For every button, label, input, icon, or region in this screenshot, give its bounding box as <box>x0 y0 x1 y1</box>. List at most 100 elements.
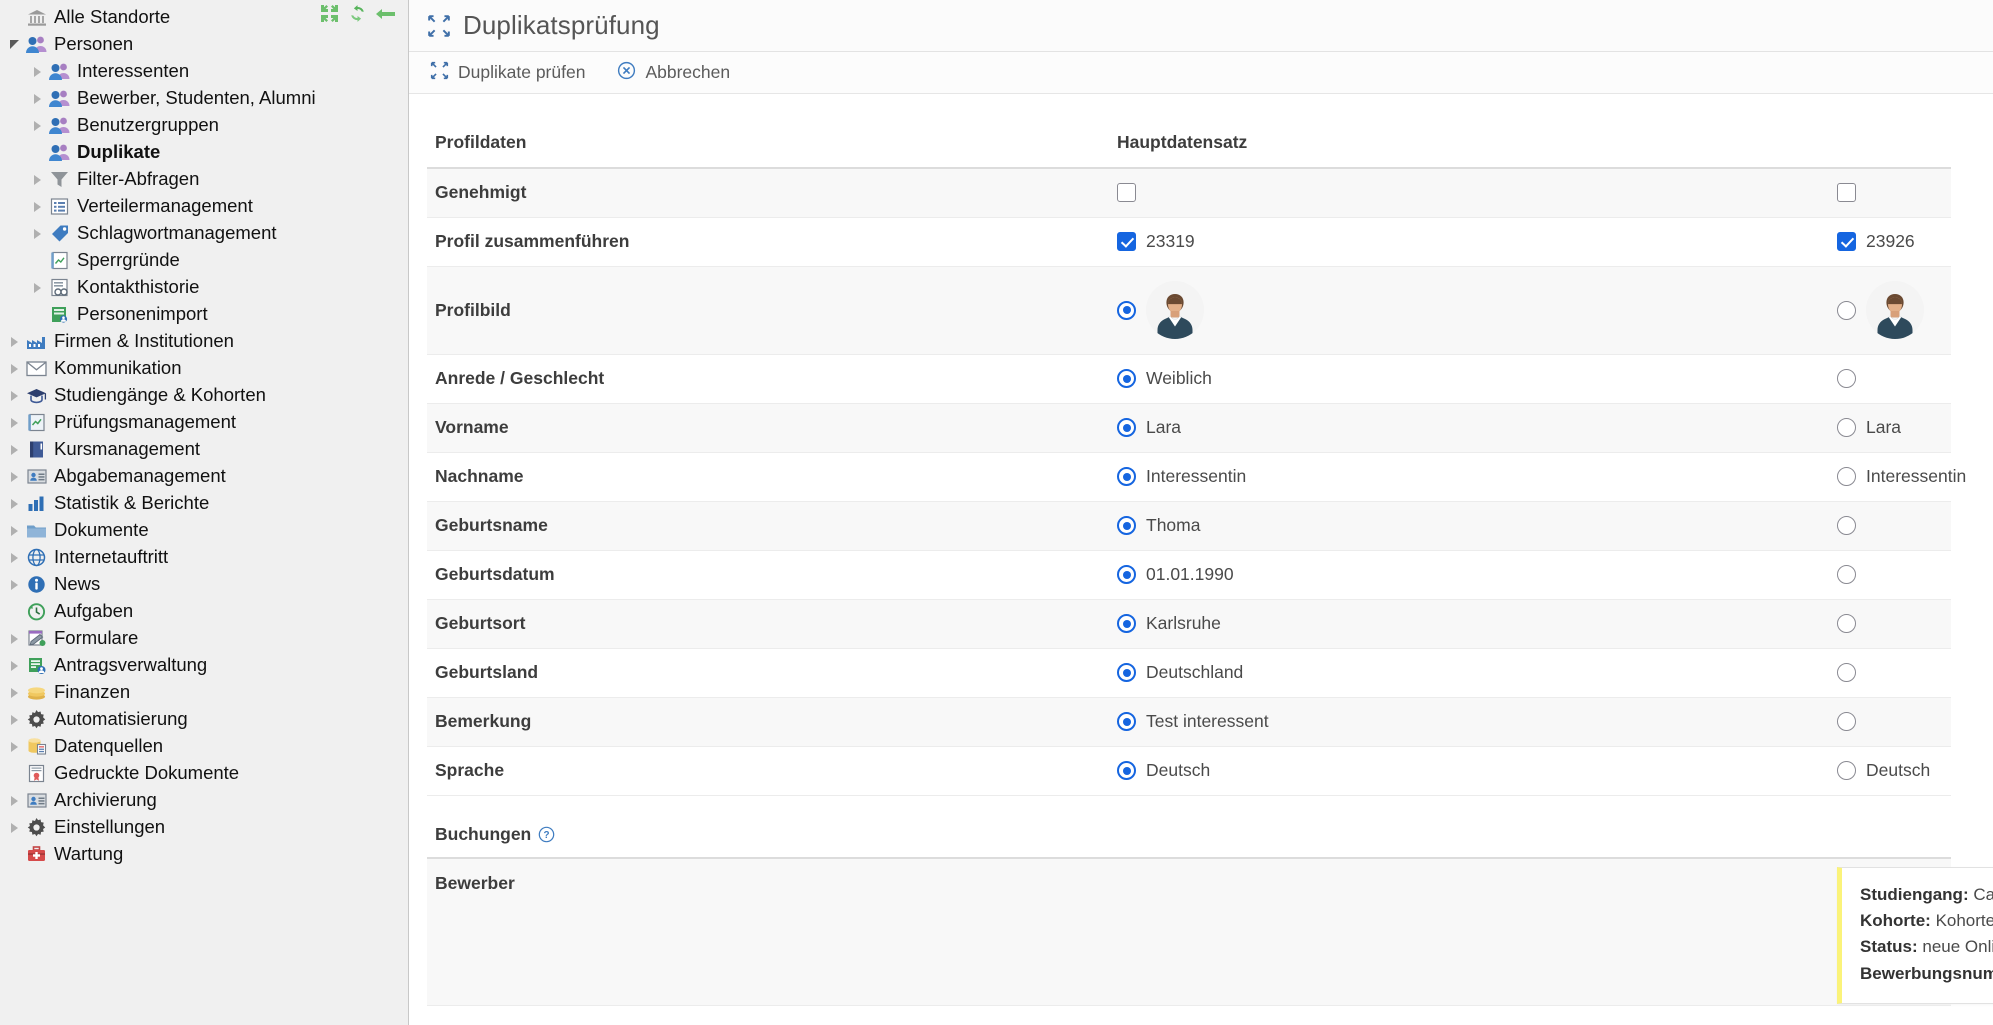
chevron-right-icon[interactable] <box>6 414 23 431</box>
radio-dup[interactable] <box>1837 663 1856 682</box>
sidebar-item-personenimport[interactable]: Personenimport <box>0 301 408 328</box>
chevron-right-icon[interactable] <box>6 522 23 539</box>
sidebar-item-antragsverwaltung[interactable]: Antragsverwaltung <box>0 652 408 679</box>
cell-dup <box>1837 565 1950 584</box>
chevron-right-icon[interactable] <box>6 468 23 485</box>
chevron-right-icon[interactable] <box>6 657 23 674</box>
chevron-right-icon[interactable] <box>29 225 46 242</box>
chevron-right-icon[interactable] <box>6 576 23 593</box>
sidebar-item-automatisierung[interactable]: Automatisierung <box>0 706 408 733</box>
chevron-right-icon[interactable] <box>29 117 46 134</box>
sidebar-item-einstellungen[interactable]: Einstellungen <box>0 814 408 841</box>
sidebar-item-benutzergruppen[interactable]: Benutzergruppen <box>0 112 408 139</box>
sidebar-item-formulare[interactable]: Formulare <box>0 625 408 652</box>
sidebar-item-gedruckte-dokumente[interactable]: Gedruckte Dokumente <box>0 760 408 787</box>
radio-main[interactable] <box>1117 300 1136 320</box>
row-label: Anrede / Geschlecht <box>427 354 1117 404</box>
chevron-right-icon[interactable] <box>6 792 23 809</box>
navigation-tree[interactable]: Alle Standorte Personen Interessenten Bewer… <box>0 0 408 868</box>
sidebar-item-personen[interactable]: Personen <box>0 31 408 58</box>
chevron-right-icon[interactable] <box>6 738 23 755</box>
cancel-button[interactable]: Abbrechen <box>614 58 733 88</box>
checkbox-dup[interactable] <box>1837 183 1856 203</box>
sidebar-item-bewerber-studenten-alumni[interactable]: Bewerber, Studenten, Alumni <box>0 85 408 112</box>
sidebar-item-firmen-institutionen[interactable]: Firmen & Institutionen <box>0 328 408 355</box>
sidebar-toolbar <box>319 3 396 24</box>
sidebar-item-kommunikation[interactable]: Kommunikation <box>0 355 408 382</box>
sidebar-item-archivierung[interactable]: Archivierung <box>0 787 408 814</box>
radio-main[interactable] <box>1117 663 1136 682</box>
table-row: Profil zusammenführen 23319 23926 <box>427 217 1951 267</box>
radio-main[interactable] <box>1117 467 1136 486</box>
chevron-right-icon[interactable] <box>6 549 23 566</box>
sidebar-item-sperrgründe[interactable]: Sperrgründe <box>0 247 408 274</box>
chevron-right-icon[interactable] <box>6 630 23 647</box>
checkbox-main[interactable] <box>1117 183 1136 203</box>
sidebar-item-abgabemanagement[interactable]: Abgabemanagement <box>0 463 408 490</box>
book-icon <box>25 440 48 460</box>
radio-main[interactable] <box>1117 516 1136 535</box>
check-duplicates-button[interactable]: Duplikate prüfen <box>427 58 588 88</box>
cell-dup <box>1837 281 1950 339</box>
sidebar-item-wartung[interactable]: Wartung <box>0 841 408 868</box>
report-icon <box>48 251 71 271</box>
sidebar-item-filter-abfragen[interactable]: Filter-Abfragen <box>0 166 408 193</box>
chevron-right-icon[interactable] <box>29 198 46 215</box>
radio-dup[interactable] <box>1837 614 1856 633</box>
radio-dup[interactable] <box>1837 565 1856 584</box>
back-arrow-icon[interactable] <box>375 3 396 24</box>
radio-dup[interactable] <box>1837 467 1856 486</box>
chevron-right-icon[interactable] <box>6 387 23 404</box>
radio-dup[interactable] <box>1837 418 1856 437</box>
sidebar-item-statistik-berichte[interactable]: Statistik & Berichte <box>0 490 408 517</box>
sidebar-item-news[interactable]: News <box>0 571 408 598</box>
radio-main[interactable] <box>1117 614 1136 633</box>
chevron-right-icon[interactable] <box>6 441 23 458</box>
radio-dup[interactable] <box>1837 300 1856 320</box>
sidebar-item-datenquellen[interactable]: Datenquellen <box>0 733 408 760</box>
row-duplicate-cell <box>1837 354 1951 404</box>
sidebar-item-duplikate[interactable]: Duplikate <box>0 139 408 166</box>
chevron-right-icon[interactable] <box>6 495 23 512</box>
chevron-right-icon[interactable] <box>29 63 46 80</box>
radio-main[interactable] <box>1117 761 1136 780</box>
sidebar-item-label: Kontakthistorie <box>77 276 200 298</box>
radio-main[interactable] <box>1117 418 1136 437</box>
sidebar-item-kursmanagement[interactable]: Kursmanagement <box>0 436 408 463</box>
sidebar-item-dokumente[interactable]: Dokumente <box>0 517 408 544</box>
sidebar-item-aufgaben[interactable]: Aufgaben <box>0 598 408 625</box>
radio-main[interactable] <box>1117 565 1136 584</box>
sidebar-item-prüfungsmanagement[interactable]: Prüfungsmanagement <box>0 409 408 436</box>
collapse-all-icon[interactable] <box>319 3 340 24</box>
booking-studiengang-line: Studiengang: Campus Arbeit (B.A.) <box>1860 882 1993 908</box>
help-circle-icon[interactable]: ? <box>538 826 555 843</box>
radio-dup[interactable] <box>1837 761 1856 780</box>
radio-dup[interactable] <box>1837 369 1856 388</box>
sidebar-item-finanzen[interactable]: Finanzen <box>0 679 408 706</box>
booking-studiengang-value: Campus Arbeit (B.A.) <box>1973 884 1993 904</box>
chevron-right-icon[interactable] <box>6 819 23 836</box>
radio-main[interactable] <box>1117 369 1136 388</box>
checkbox-main[interactable] <box>1117 232 1136 251</box>
chevron-right-icon[interactable] <box>29 171 46 188</box>
sidebar-item-label: Firmen & Institutionen <box>54 330 234 352</box>
radio-main[interactable] <box>1117 712 1136 731</box>
radio-dup[interactable] <box>1837 712 1856 731</box>
chevron-right-icon[interactable] <box>6 711 23 728</box>
chevron-right-icon[interactable] <box>29 279 46 296</box>
chevron-right-icon[interactable] <box>6 360 23 377</box>
sidebar-item-schlagwortmanagement[interactable]: Schlagwortmanagement <box>0 220 408 247</box>
refresh-icon[interactable] <box>347 3 368 24</box>
sidebar-item-verteilermanagement[interactable]: Verteilermanagement <box>0 193 408 220</box>
chevron-right-icon[interactable] <box>6 684 23 701</box>
sidebar-item-kontakthistorie[interactable]: Kontakthistorie <box>0 274 408 301</box>
chevron-down-icon[interactable] <box>6 36 23 53</box>
sidebar-item-studiengänge-kohorten[interactable]: Studiengänge & Kohorten <box>0 382 408 409</box>
sidebar-item-internetauftritt[interactable]: Internetauftritt <box>0 544 408 571</box>
radio-dup[interactable] <box>1837 516 1856 535</box>
sidebar-item-interessenten[interactable]: Interessenten <box>0 58 408 85</box>
checkbox-dup[interactable] <box>1837 232 1856 251</box>
chevron-right-icon[interactable] <box>6 333 23 350</box>
chevron-right-icon[interactable] <box>29 90 46 107</box>
gear-icon <box>25 818 48 838</box>
